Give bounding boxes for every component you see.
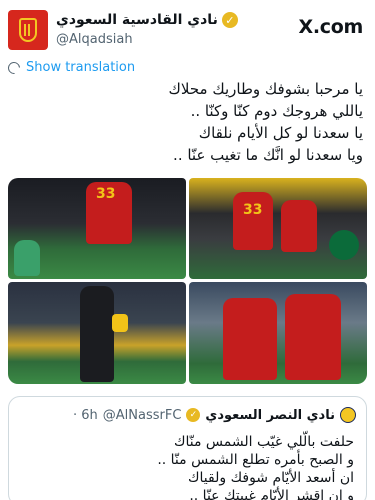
- media-image-1[interactable]: 33: [8, 178, 186, 279]
- show-translation-label: Show translation: [26, 60, 136, 75]
- translate-icon: [5, 59, 23, 76]
- quoted-tweet-time: · 6h: [72, 407, 98, 423]
- quoted-tweet-body: حلفت بالّلي غيّب الشمس منّاك و الصبح بأم…: [24, 433, 354, 500]
- quoted-tweet-line: ان أسعد الأيّام شوفك ولقياك: [188, 470, 354, 486]
- tweet-line: يا مرحبا بشوفك وطاريك محلاك: [168, 80, 363, 98]
- tweet-header: نادي القادسية السعودي ✓ @Alqadsiah X.com: [8, 8, 367, 54]
- verified-badge-icon: ✓: [221, 12, 238, 28]
- author-name-line: نادي القادسية السعودي ✓: [56, 12, 238, 28]
- tweet-line: يا سعدنا لو كل الأيام نلقاك: [198, 124, 363, 142]
- media-image-3[interactable]: [8, 282, 186, 384]
- x-logo-label: X.com: [298, 16, 364, 38]
- quoted-tweet-line: و الصبح بأمره تطلع الشمس منّا ..: [157, 452, 354, 468]
- goalkeeper-figure: [14, 240, 40, 276]
- jersey-number: 33: [96, 186, 116, 202]
- quoted-author-name[interactable]: نادي النصر السعودي: [205, 408, 335, 423]
- author-avatar[interactable]: [8, 10, 48, 50]
- quoted-tweet-header: · 6h @AlNassrFC ✓ نادي النصر السعودي: [73, 407, 356, 423]
- tweet-line: ويا سعدنا لو انَّك ما تغيب عنّا ..: [173, 146, 363, 164]
- tweet-line: ياللي هروجك دوم كنّا وكنّا ..: [190, 102, 363, 120]
- quoted-tweet-line: و ان اقشر الأيّام غيبتك عنّا ..: [189, 488, 354, 500]
- tweet-body: يا مرحبا بشوفك وطاريك محلاك ياللي هروجك …: [23, 78, 363, 166]
- quoted-author-avatar[interactable]: [340, 407, 356, 423]
- author-display-name[interactable]: نادي القادسية السعودي: [56, 12, 218, 28]
- media-image-2[interactable]: 33: [189, 178, 367, 279]
- verified-badge-icon: ✓: [186, 408, 201, 422]
- player-figure: [233, 192, 273, 250]
- qadsiah-logo-icon: [19, 18, 37, 42]
- player-figure: [281, 200, 317, 252]
- coach-figure: [80, 286, 114, 382]
- media-image-4[interactable]: [189, 282, 367, 384]
- media-grid: 33 33: [8, 178, 367, 384]
- starbucks-board: [329, 230, 359, 260]
- player-figure: [285, 294, 341, 380]
- quoted-tweet[interactable]: · 6h @AlNassrFC ✓ نادي النصر السعودي حلف…: [8, 396, 367, 500]
- author-handle[interactable]: @Alqadsiah: [56, 32, 133, 47]
- quoted-tweet-line: حلفت بالّلي غيّب الشمس منّاك: [173, 434, 354, 450]
- show-translation-button[interactable]: Show translation: [5, 59, 136, 76]
- jersey-number: 33: [243, 202, 263, 218]
- player-figure: [112, 314, 128, 332]
- quoted-author-handle[interactable]: @AlNassrFC: [103, 408, 182, 423]
- player-figure: [223, 298, 277, 380]
